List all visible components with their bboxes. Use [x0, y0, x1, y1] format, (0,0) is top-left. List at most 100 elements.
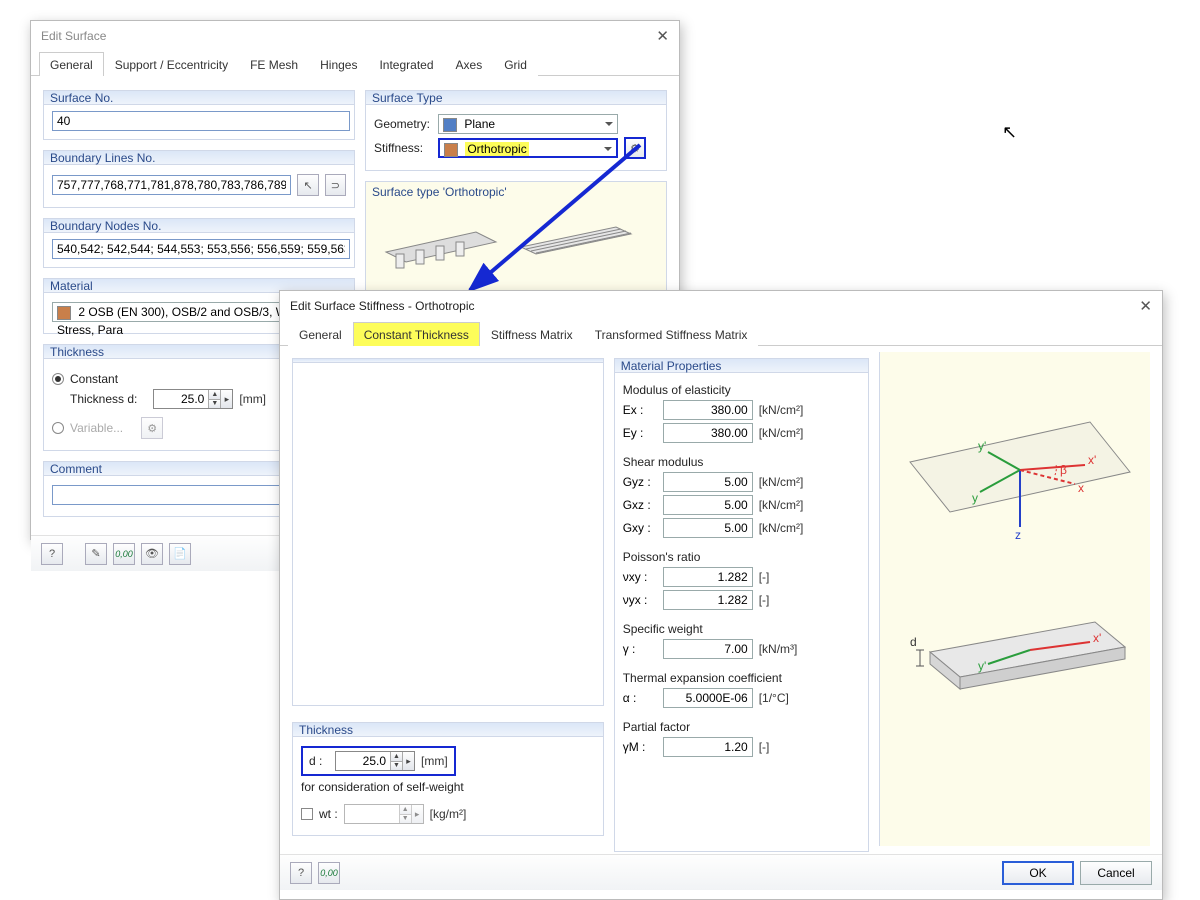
geometry-swatch — [443, 118, 457, 132]
tab-hinges[interactable]: Hinges — [309, 52, 368, 76]
gamma-unit: [kN/m³] — [759, 642, 798, 656]
gxy-label: Gxy : — [623, 521, 657, 535]
gyz-label: Gyz : — [623, 475, 657, 489]
modulus-heading: Modulus of elasticity — [623, 383, 860, 397]
axis-diagram: x y z x' y' β x' y' — [879, 352, 1150, 846]
vyx-unit: [-] — [759, 593, 770, 607]
spin-down-icon[interactable]: ▼ — [209, 400, 220, 409]
thickness-d-label: Thickness d: — [70, 392, 137, 406]
surface-type-label: Surface Type — [372, 91, 443, 105]
d-label: d : — [309, 754, 329, 768]
tabstrip: General Support / Eccentricity FE Mesh H… — [31, 51, 679, 76]
poisson-heading: Poisson's ratio — [623, 550, 860, 564]
ex-input[interactable] — [663, 400, 753, 420]
cancel-button[interactable]: Cancel — [1080, 861, 1152, 885]
boundary-nodes-label: Boundary Nodes No. — [50, 219, 161, 233]
step-right-icon[interactable]: ▸ — [402, 752, 414, 770]
ok-button[interactable]: OK — [1002, 861, 1074, 885]
thickness-variable-radio[interactable] — [52, 422, 64, 434]
spin-down-icon[interactable]: ▼ — [391, 762, 402, 771]
material-swatch — [57, 306, 71, 320]
partial-heading: Partial factor — [623, 720, 860, 734]
d-spin[interactable]: ▲▼ ▸ — [335, 751, 415, 771]
boundary-nodes-input[interactable] — [52, 239, 350, 259]
view-icon[interactable]: 👁 — [141, 543, 163, 565]
gammam-input[interactable] — [663, 737, 753, 757]
gammam-unit: [-] — [759, 740, 770, 754]
cursor-icon: ↖ — [1002, 122, 1017, 143]
gxz-input[interactable] — [663, 495, 753, 515]
gxz-label: Gxz : — [623, 498, 657, 512]
stiffness-settings-icon[interactable]: ⚙ — [624, 137, 646, 159]
svg-text:y': y' — [978, 659, 986, 673]
tab-general[interactable]: General — [39, 52, 104, 76]
thickness-d-input[interactable] — [154, 390, 208, 408]
self-weight-note: for consideration of self-weight — [301, 780, 595, 794]
vyx-label: νyx : — [623, 593, 657, 607]
d-input[interactable] — [336, 752, 390, 770]
d-unit: [mm] — [421, 754, 448, 768]
axis-d: d — [910, 635, 917, 649]
thickness-constant-radio[interactable] — [52, 373, 64, 385]
close-icon[interactable]: ✕ — [656, 27, 669, 45]
axis-y: y — [972, 491, 978, 505]
axis-beta: β — [1060, 463, 1067, 477]
units-icon[interactable]: 0,00 — [113, 543, 135, 565]
vyx-input[interactable] — [663, 590, 753, 610]
window-title: Edit Surface Stiffness - Orthotropic — [290, 299, 475, 313]
tab-general2[interactable]: General — [288, 322, 353, 346]
thickness-d-unit: [mm] — [239, 392, 266, 406]
surface-no-label: Surface No. — [50, 91, 113, 105]
window-title: Edit Surface — [41, 29, 106, 43]
shear-heading: Shear modulus — [623, 455, 860, 469]
gxz-unit: [kN/cm²] — [759, 498, 804, 512]
help-icon[interactable]: ? — [290, 862, 312, 884]
export-icon[interactable]: 📄 — [169, 543, 191, 565]
stiffness-swatch — [444, 143, 458, 157]
tab-support[interactable]: Support / Eccentricity — [104, 52, 239, 76]
pick-lines-icon[interactable]: ↖ — [297, 174, 318, 196]
gamma-input[interactable] — [663, 639, 753, 659]
thickness-constant-label: Constant — [70, 372, 118, 386]
axis-x: x — [1078, 481, 1084, 495]
collapse-icon[interactable]: ⊃ — [325, 174, 346, 196]
tab-transformed-matrix[interactable]: Transformed Stiffness Matrix — [584, 322, 759, 346]
ey-label: Ey : — [623, 426, 657, 440]
gyz-input[interactable] — [663, 472, 753, 492]
vxy-unit: [-] — [759, 570, 770, 584]
close-icon[interactable]: ✕ — [1139, 297, 1152, 315]
gxy-input[interactable] — [663, 518, 753, 538]
tab-axes[interactable]: Axes — [445, 52, 494, 76]
surface-no-input[interactable] — [52, 111, 350, 131]
geometry-select[interactable]: Plane — [438, 114, 618, 134]
spin-up-icon[interactable]: ▲ — [391, 752, 402, 762]
bottom-toolbar: ? 0,00 OK Cancel — [280, 854, 1162, 890]
tab-stiffness-matrix[interactable]: Stiffness Matrix — [480, 322, 584, 346]
stiffness-select[interactable]: Orthotropic — [438, 138, 618, 158]
note-icon[interactable]: ✎ — [85, 543, 107, 565]
alpha-unit: [1/°C] — [759, 691, 789, 705]
alpha-input[interactable] — [663, 688, 753, 708]
thickness-label: Thickness — [299, 723, 353, 737]
boundary-lines-input[interactable] — [52, 175, 291, 195]
vxy-input[interactable] — [663, 567, 753, 587]
ex-unit: [kN/cm²] — [759, 403, 804, 417]
tab-grid[interactable]: Grid — [493, 52, 538, 76]
variable-settings-icon: ⚙ — [141, 417, 163, 439]
thickness-d-spin[interactable]: ▲▼ ▸ — [153, 389, 233, 409]
ey-input[interactable] — [663, 423, 753, 443]
material-label: Material — [50, 279, 93, 293]
titlebar: Edit Surface Stiffness - Orthotropic ✕ — [280, 291, 1162, 321]
step-right-icon[interactable]: ▸ — [220, 390, 232, 408]
tab-integrated[interactable]: Integrated — [368, 52, 444, 76]
axis-xp: x' — [1088, 453, 1096, 467]
tab-constant-thickness[interactable]: Constant Thickness — [353, 322, 480, 346]
tab-femesh[interactable]: FE Mesh — [239, 52, 309, 76]
help-icon[interactable]: ? — [41, 543, 63, 565]
wt-checkbox[interactable] — [301, 808, 313, 820]
surface-type-preview: Surface type 'Orthotropic' — [365, 181, 667, 296]
gyz-unit: [kN/cm²] — [759, 475, 804, 489]
units-icon[interactable]: 0,00 — [318, 862, 340, 884]
boundary-lines-label: Boundary Lines No. — [50, 151, 155, 165]
spin-up-icon[interactable]: ▲ — [209, 390, 220, 400]
